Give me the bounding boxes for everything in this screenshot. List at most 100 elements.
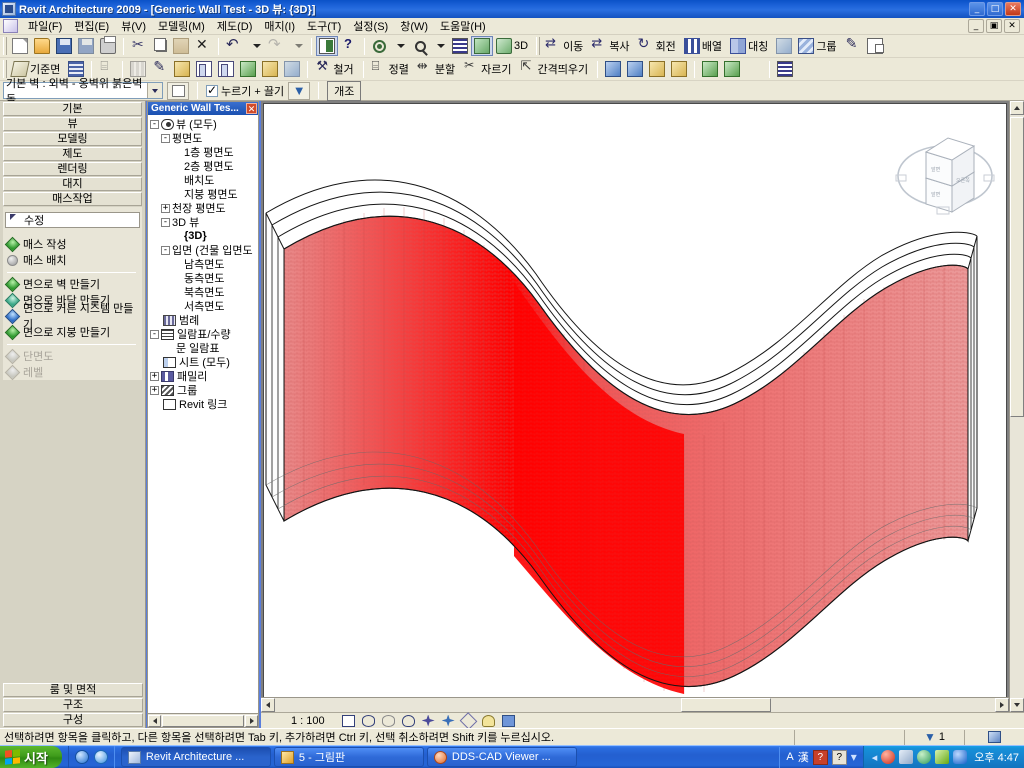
view-cube[interactable]: 앞면 앞면 오른쪽 — [890, 118, 1000, 218]
chevron-down-icon[interactable] — [147, 83, 162, 98]
scroll-thumb[interactable] — [681, 698, 771, 712]
paste-aligned-button[interactable] — [624, 59, 646, 79]
status-worksets-cell[interactable] — [964, 729, 1024, 745]
scroll-thumb[interactable] — [162, 714, 244, 727]
toolbar-grip[interactable] — [536, 37, 541, 55]
element-properties-button[interactable] — [167, 81, 189, 100]
design-item-place-mass[interactable]: 매스 배치 — [3, 252, 142, 268]
browser-icon[interactable] — [93, 750, 108, 764]
detail-level-icon[interactable] — [361, 714, 375, 727]
offset-button[interactable]: 간격띄우기 — [517, 58, 594, 79]
bluetooth-icon[interactable] — [953, 750, 968, 764]
expand-icon[interactable]: + — [150, 371, 159, 381]
close-button[interactable]: ✕ — [1005, 2, 1021, 16]
save-as-button[interactable] — [75, 36, 97, 56]
language-bar-chevron-icon[interactable]: ▾ — [851, 750, 857, 764]
collapse-icon[interactable]: - — [161, 217, 170, 227]
tree-node-north-elevation[interactable]: 북측면도 — [148, 285, 258, 299]
show-hidden-icons-icon[interactable]: ◂ — [872, 751, 878, 764]
tree-node-site-plan[interactable]: 배치도 — [148, 173, 258, 187]
zoom-in-button[interactable] — [409, 36, 429, 56]
tree-node-ceiling-plans[interactable]: + 천장 평면도 — [148, 201, 258, 215]
scale-tool-button[interactable] — [773, 36, 795, 56]
design-item-curtain-system-by-face[interactable]: 면으로 커튼 시스템 만들기 — [3, 303, 142, 331]
tree-node-schedules[interactable]: - 일람표/수량 — [148, 327, 258, 341]
demolish-button[interactable]: 철거 — [312, 58, 358, 79]
undo-button[interactable] — [223, 35, 245, 56]
press-drag-checkbox[interactable] — [206, 83, 218, 97]
menu-item-file[interactable]: 파일(F) — [22, 17, 68, 35]
tree-node-west-elevation[interactable]: 서측면도 — [148, 299, 258, 313]
scroll-down-button[interactable] — [1010, 698, 1024, 712]
view-scale-label[interactable]: 1 : 100 — [291, 715, 325, 727]
modify-tool[interactable]: 수정 — [5, 212, 140, 228]
tree-node-legends[interactable]: 범례 — [148, 313, 258, 327]
close-icon[interactable]: ✕ — [246, 103, 257, 114]
scroll-right-button[interactable] — [245, 714, 258, 727]
tree-node-elevations[interactable]: - 입면 (건물 입면도 — [148, 243, 258, 257]
design-tab-construction[interactable]: 구성 — [3, 713, 143, 727]
render-icon[interactable] — [421, 714, 435, 727]
ime-mode-icon[interactable]: ? — [812, 749, 828, 765]
type-selector-dropdown[interactable]: 기본 벽 : 외벽 - 옹벽위 붉은벽돌 — [3, 78, 163, 106]
expand-icon[interactable]: + — [150, 385, 159, 395]
scroll-right-button[interactable] — [995, 698, 1009, 712]
move-tool-button[interactable]: 이동 — [542, 35, 588, 56]
create-similar-button[interactable] — [646, 59, 668, 79]
tree-node-level1-plan[interactable]: 1층 평면도 — [148, 145, 258, 159]
maximize-button[interactable]: □ — [987, 2, 1003, 16]
language-bar[interactable]: A 漢 ? ? ▾ — [779, 746, 862, 768]
scroll-left-button[interactable] — [261, 698, 275, 712]
copy-tool-button[interactable]: 복사 — [588, 35, 634, 56]
viewport-vertical-scrollbar[interactable] — [1009, 101, 1024, 712]
design-tab-room-area[interactable]: 룸 및 면적 — [3, 683, 143, 697]
scroll-thumb[interactable] — [1010, 117, 1024, 417]
design-item-wall-by-face[interactable]: 면으로 벽 만들기 — [3, 276, 142, 292]
default-3d-view-button[interactable] — [471, 36, 493, 56]
tree-node-door-schedule[interactable]: 문 일람표 — [148, 341, 258, 355]
room-button[interactable] — [281, 59, 303, 79]
task-dds-cad-viewer[interactable]: DDS-CAD Viewer ... — [426, 747, 577, 767]
browser-horizontal-scrollbar[interactable] — [148, 713, 258, 727]
collapse-icon[interactable]: - — [161, 133, 170, 143]
open-file-button[interactable] — [31, 36, 53, 56]
collapse-icon[interactable]: - — [150, 329, 159, 339]
design-tab-rendering[interactable]: 렌더링 — [3, 162, 142, 176]
camera-view-button[interactable]: 3D — [493, 36, 533, 56]
design-tab-massing[interactable]: 매스작업 — [3, 192, 142, 206]
expand-icon[interactable]: + — [161, 203, 170, 213]
fill-button[interactable] — [237, 59, 259, 79]
array-tool-button[interactable]: 배열 — [681, 36, 727, 56]
menu-item-edit[interactable]: 편집(E) — [68, 17, 115, 35]
tree-node-level2-plan[interactable]: 2층 평면도 — [148, 159, 258, 173]
model-canvas[interactable]: 앞면 앞면 오른쪽 — [263, 103, 1007, 710]
scroll-up-button[interactable] — [1010, 101, 1024, 115]
paste-button[interactable] — [170, 36, 192, 56]
tree-node-views[interactable]: - 뷰 (모두) — [148, 117, 258, 131]
task-paint[interactable]: 5 - 그림판 — [273, 747, 424, 767]
split-face-button[interactable] — [171, 59, 193, 79]
doc-restore-button[interactable]: ▣ — [986, 19, 1002, 33]
menu-item-modelling[interactable]: 모델링(M) — [152, 17, 211, 35]
filter-button[interactable]: ▼ — [288, 81, 311, 100]
undo-dropdown-button[interactable] — [245, 36, 265, 56]
scroll-left-button[interactable] — [148, 714, 161, 727]
antivirus-icon[interactable] — [881, 750, 896, 764]
toolbar-grip[interactable] — [3, 37, 7, 55]
tree-node-east-elevation[interactable]: 동측면도 — [148, 271, 258, 285]
tree-node-3d-views[interactable]: - 3D 뷰 — [148, 215, 258, 229]
minimize-button[interactable]: _ — [969, 2, 985, 16]
design-tab-structure[interactable]: 구조 — [3, 698, 143, 712]
design-item-create-mass[interactable]: 매스 작성 — [3, 236, 142, 252]
design-tab-drafting[interactable]: 제도 — [3, 147, 142, 161]
reveal-hidden-elements-icon[interactable] — [501, 714, 515, 727]
group-tool-button[interactable]: 그룹 — [795, 36, 841, 56]
task-revit[interactable]: Revit Architecture ... — [120, 747, 271, 767]
temporary-hide-isolate-icon[interactable] — [481, 714, 495, 727]
ime-help-icon[interactable]: ? — [831, 749, 847, 765]
wall-button[interactable] — [193, 59, 215, 79]
menu-item-drafting[interactable]: 제도(D) — [211, 17, 259, 35]
internet-explorer-icon[interactable] — [74, 750, 89, 764]
shadows-icon[interactable] — [401, 714, 415, 727]
network-icon[interactable] — [899, 750, 914, 764]
